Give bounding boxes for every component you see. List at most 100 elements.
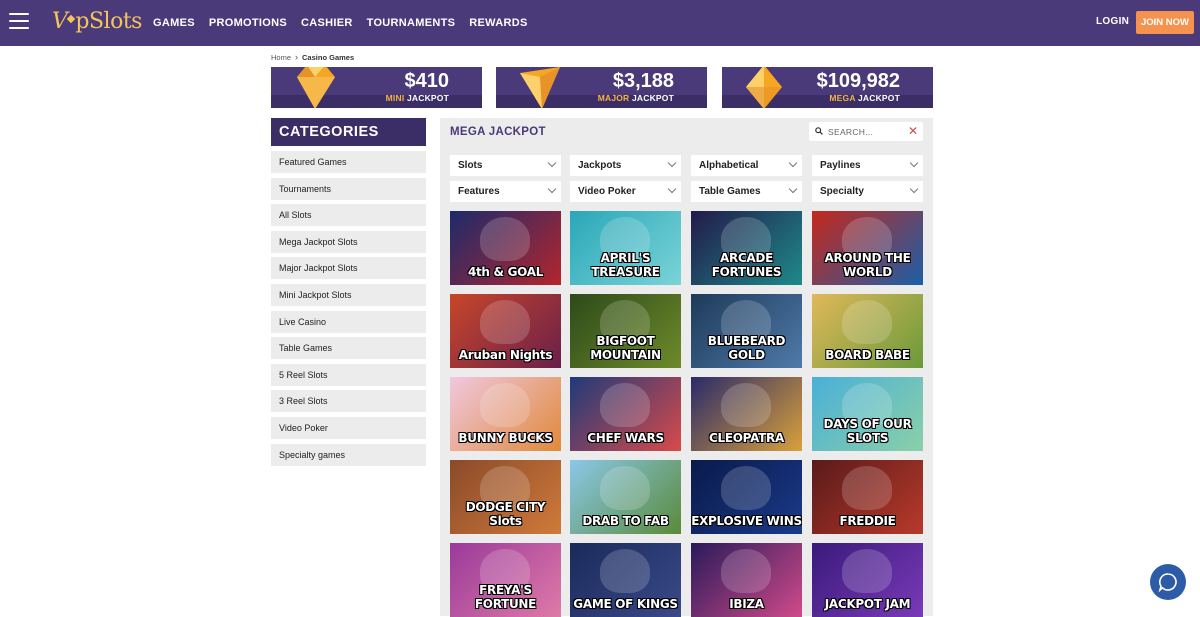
- category-live-casino[interactable]: Live Casino: [271, 310, 426, 333]
- game-artwork: [721, 383, 771, 427]
- game-title: DAYS OF OUR SLOTS: [823, 417, 912, 445]
- nav-cashier[interactable]: CASHIER: [301, 17, 353, 29]
- filter-video-poker[interactable]: Video Poker: [570, 181, 681, 202]
- game-tile[interactable]: BUNNY BUCKS: [450, 377, 561, 451]
- game-tile[interactable]: BOARD BABE: [812, 294, 923, 368]
- game-tile[interactable]: BLUEBEARD GOLD: [691, 294, 802, 368]
- game-tile[interactable]: AROUND THE WORLD: [812, 211, 923, 285]
- categories-title: CATEGORIES: [271, 118, 426, 146]
- game-tile[interactable]: DAYS OF OUR SLOTS: [812, 377, 923, 451]
- games-panel: MEGA JACKPOT SEARCH... ✕ Slots Jackpots …: [440, 118, 933, 617]
- game-tile[interactable]: DRAB TO FAB: [570, 460, 681, 534]
- jackpot-amount: $410: [404, 70, 450, 92]
- category-5-reel-slots[interactable]: 5 Reel Slots: [271, 363, 426, 386]
- category-major-jackpot-slots[interactable]: Major Jackpot Slots: [271, 257, 426, 280]
- game-tile[interactable]: CHEF WARS: [570, 377, 681, 451]
- chevron-down-icon: [547, 158, 557, 168]
- jackpot-label: MAJOR JACKPOT: [597, 93, 674, 103]
- jackpot-label: MEGA JACKPOT: [829, 93, 900, 103]
- game-tile[interactable]: JACKPOT JAM: [812, 543, 923, 617]
- join-now-button[interactable]: JOIN NOW: [1136, 11, 1194, 34]
- top-navigation-bar: VpSlots GAMES PROMOTIONS CASHIER TOURNAM…: [0, 0, 1200, 46]
- search-icon: [815, 127, 823, 135]
- category-tournaments[interactable]: Tournaments: [271, 177, 426, 200]
- category-table-games[interactable]: Table Games: [271, 337, 426, 360]
- chevron-down-icon: [909, 158, 919, 168]
- site-logo[interactable]: VpSlots: [52, 9, 142, 37]
- chevron-down-icon: [788, 158, 798, 168]
- game-artwork: [480, 383, 530, 427]
- search-placeholder: SEARCH...: [828, 127, 874, 137]
- game-artwork: [842, 300, 892, 344]
- game-title: AROUND THE WORLD: [824, 251, 911, 279]
- nav-promotions[interactable]: PROMOTIONS: [209, 17, 287, 29]
- menu-icon[interactable]: [9, 13, 29, 31]
- game-artwork: [480, 300, 530, 344]
- nav-games[interactable]: GAMES: [153, 17, 195, 29]
- game-title: DRAB TO FAB: [582, 514, 669, 528]
- game-title: GAME OF KINGS: [573, 597, 678, 611]
- game-artwork: [600, 383, 650, 427]
- game-tile[interactable]: EXPLOSIVE WINS: [691, 460, 802, 534]
- game-title: BIGFOOT MOUNTAIN: [590, 334, 661, 362]
- game-tile[interactable]: CLEOPATRA: [691, 377, 802, 451]
- game-title: FREYA'S FORTUNE: [474, 583, 537, 611]
- jackpot-amount: $3,188: [612, 70, 674, 92]
- chevron-down-icon: [667, 184, 677, 194]
- category-3-reel-slots[interactable]: 3 Reel Slots: [271, 390, 426, 413]
- breadcrumb-home[interactable]: Home: [271, 53, 291, 62]
- game-tile[interactable]: FREDDIE: [812, 460, 923, 534]
- chevron-down-icon: [667, 158, 677, 168]
- filter-features[interactable]: Features: [450, 181, 561, 202]
- game-artwork: [842, 466, 892, 510]
- category-list: Featured Games Tournaments All Slots Meg…: [271, 151, 426, 470]
- nav-rewards[interactable]: REWARDS: [469, 17, 527, 29]
- gem-icon: [520, 67, 560, 108]
- game-title: ARCADE FORTUNES: [711, 251, 782, 279]
- category-video-poker[interactable]: Video Poker: [271, 416, 426, 439]
- game-tile[interactable]: FREYA'S FORTUNE: [450, 543, 561, 617]
- game-title: JACKPOT JAM: [824, 597, 911, 611]
- chevron-down-icon: [547, 184, 557, 194]
- game-title: DODGE CITY Slots: [465, 500, 546, 528]
- filter-slots[interactable]: Slots: [450, 155, 561, 176]
- game-tile[interactable]: IBIZA: [691, 543, 802, 617]
- chat-button[interactable]: [1150, 564, 1186, 600]
- gem-icon: [746, 67, 782, 108]
- game-tile[interactable]: APRIL'S TREASURE: [570, 211, 681, 285]
- game-tile[interactable]: Aruban Nights: [450, 294, 561, 368]
- game-title: IBIZA: [729, 597, 764, 611]
- filter-jackpots[interactable]: Jackpots: [570, 155, 681, 176]
- category-mini-jackpot-slots[interactable]: Mini Jackpot Slots: [271, 283, 426, 306]
- game-tile[interactable]: ARCADE FORTUNES: [691, 211, 802, 285]
- game-artwork: [721, 466, 771, 510]
- category-mega-jackpot-slots[interactable]: Mega Jackpot Slots: [271, 230, 426, 253]
- filter-paylines[interactable]: Paylines: [812, 155, 923, 176]
- breadcrumb-current: Casino Games: [302, 52, 355, 62]
- filter-table-games[interactable]: Table Games: [691, 181, 802, 202]
- game-tile[interactable]: DODGE CITY Slots: [450, 460, 561, 534]
- game-title: EXPLOSIVE WINS: [691, 514, 802, 528]
- game-title: CHEF WARS: [587, 431, 664, 445]
- nav-tournaments[interactable]: TOURNAMENTS: [367, 17, 456, 29]
- game-title: BLUEBEARD GOLD: [707, 334, 786, 362]
- gem-icon: [297, 67, 335, 108]
- category-all-slots[interactable]: All Slots: [271, 204, 426, 227]
- chat-icon: [1158, 573, 1177, 592]
- game-artwork: [600, 549, 650, 593]
- game-title: 4th & GOAL: [467, 265, 544, 279]
- chevron-down-icon: [788, 184, 798, 194]
- filter-specialty[interactable]: Specialty: [812, 181, 923, 202]
- category-specialty-games[interactable]: Specialty games: [271, 443, 426, 466]
- category-featured-games[interactable]: Featured Games: [271, 151, 426, 173]
- game-artwork: [600, 466, 650, 510]
- clear-icon[interactable]: ✕: [908, 124, 918, 138]
- login-link[interactable]: LOGIN: [1096, 16, 1129, 27]
- game-tile[interactable]: GAME OF KINGS: [570, 543, 681, 617]
- filter-alphabetical[interactable]: Alphabetical: [691, 155, 802, 176]
- game-tile[interactable]: 4th & GOAL: [450, 211, 561, 285]
- chevron-right-icon: ›: [295, 52, 299, 62]
- search-input[interactable]: SEARCH... ✕: [809, 122, 923, 141]
- breadcrumb: Home › Casino Games: [271, 52, 354, 62]
- game-tile[interactable]: BIGFOOT MOUNTAIN: [570, 294, 681, 368]
